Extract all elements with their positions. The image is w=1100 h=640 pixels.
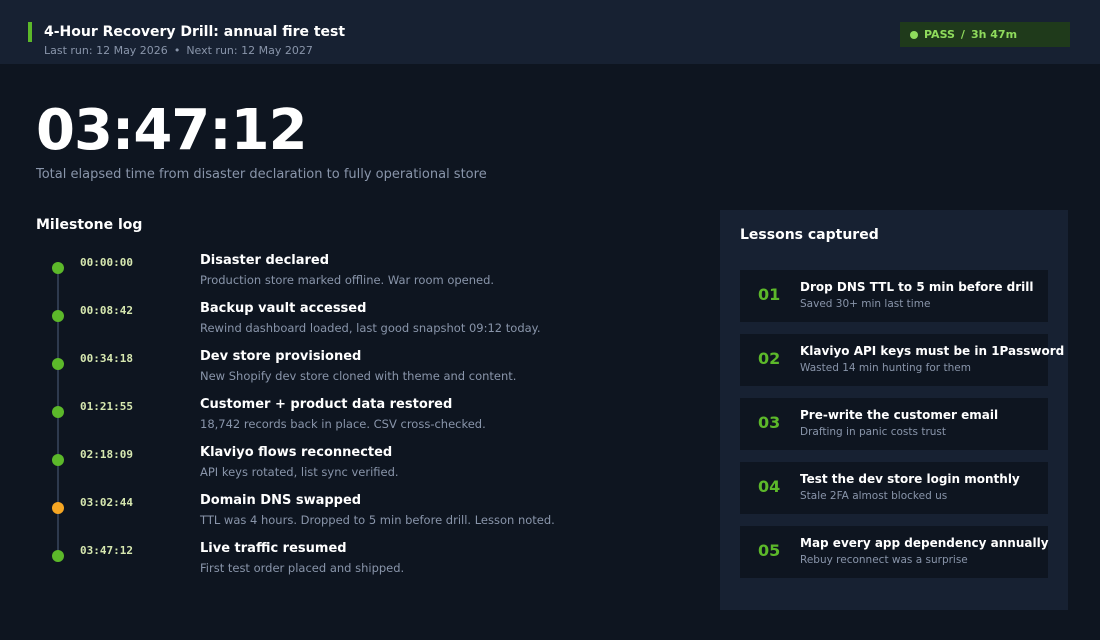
header-accent-bar — [28, 22, 32, 42]
page-title: 4-Hour Recovery Drill: annual fire test — [44, 24, 346, 40]
milestone-description: Production store marked offline. War roo… — [200, 273, 495, 287]
milestone-time: 00:08:42 — [80, 304, 133, 317]
lessons-panel: Lessons captured 01 Drop DNS TTL to 5 min… — [720, 210, 1068, 610]
milestone-item: 03:02:44 Domain DNS swapped TTL was 4 hour… — [0, 493, 640, 541]
lesson-card: 03 Pre-write the customer email Drafting i… — [740, 398, 1048, 450]
last-run-text: Last run: 12 May 2026 — [44, 44, 168, 57]
milestone-description: 18,742 records back in place. CSV cross-… — [200, 417, 486, 431]
separator-dot: • — [173, 44, 181, 57]
lesson-description: Saved 30+ min last time — [800, 298, 931, 310]
milestone-time: 03:47:12 — [80, 544, 133, 557]
milestone-title: Live traffic resumed — [200, 541, 347, 556]
lesson-description: Stale 2FA almost blocked us — [800, 490, 948, 502]
lesson-description: Rebuy reconnect was a surprise — [800, 554, 968, 566]
milestone-description: TTL was 4 hours. Dropped to 5 min before… — [200, 513, 555, 527]
lesson-title: Klaviyo API keys must be in 1Password — [800, 344, 1065, 358]
lesson-card: 01 Drop DNS TTL to 5 min before drill Save… — [740, 270, 1048, 322]
milestone-title: Klaviyo flows reconnected — [200, 445, 393, 460]
success-dot-icon — [52, 454, 64, 466]
lesson-description: Wasted 14 min hunting for them — [800, 362, 971, 374]
milestone-title: Domain DNS swapped — [200, 493, 362, 508]
lesson-title: Test the dev store login monthly — [800, 472, 1020, 486]
run-schedule: Last run: 12 May 2026 • Next run: 12 May 2… — [44, 44, 313, 57]
lesson-description: Drafting in panic costs trust — [800, 426, 947, 438]
success-dot-icon — [52, 262, 64, 274]
success-dot-icon — [52, 550, 64, 562]
milestone-item: 01:21:55 Customer + product data restored… — [0, 397, 640, 445]
milestone-item: 00:00:00 Disaster declared Production stor… — [0, 253, 640, 301]
lesson-number: 05 — [758, 541, 781, 560]
milestone-time: 03:02:44 — [80, 496, 133, 509]
status-badge: PASS / 3h 47m — [900, 22, 1070, 47]
status-separator: / — [960, 28, 965, 41]
lessons-title: Lessons captured — [740, 227, 879, 243]
milestone-time: 01:21:55 — [80, 400, 133, 413]
milestone-description: Rewind dashboard loaded, last good snaps… — [200, 321, 541, 335]
milestone-time: 02:18:09 — [80, 448, 133, 461]
success-dot-icon — [52, 406, 64, 418]
milestone-title: Backup vault accessed — [200, 301, 367, 316]
lesson-number: 03 — [758, 413, 781, 432]
lesson-number: 04 — [758, 477, 781, 496]
milestone-time: 00:00:00 — [80, 256, 133, 269]
timer-caption: Total elapsed time from disaster declara… — [36, 167, 487, 182]
milestone-description: First test order placed and shipped. — [200, 561, 405, 575]
status-dot-icon — [910, 30, 918, 39]
lesson-title: Drop DNS TTL to 5 min before drill — [800, 280, 1034, 294]
lesson-card: 04 Test the dev store login monthly Stale … — [740, 462, 1048, 514]
success-dot-icon — [52, 310, 64, 322]
milestone-description: New Shopify dev store cloned with theme … — [200, 369, 517, 383]
next-run-text: Next run: 12 May 2027 — [186, 44, 313, 57]
status-label: PASS — [924, 28, 955, 41]
lesson-title: Map every app dependency annually — [800, 536, 1049, 550]
lesson-card: 02 Klaviyo API keys must be in 1Password W… — [740, 334, 1064, 386]
lesson-card: 05 Map every app dependency annually Rebuy… — [740, 526, 1049, 578]
lesson-number: 01 — [758, 285, 781, 304]
milestone-item: 00:08:42 Backup vault accessed Rewind dash… — [0, 301, 640, 349]
milestone-item: 00:34:18 Dev store provisioned New Shopify… — [0, 349, 640, 397]
lesson-title: Pre-write the customer email — [800, 408, 999, 422]
milestone-log-title: Milestone log — [36, 217, 143, 233]
elapsed-timer: 03:47:12 — [36, 98, 308, 163]
success-dot-icon — [52, 358, 64, 370]
milestone-description: API keys rotated, list sync verified. — [200, 465, 399, 479]
milestone-item: 03:47:12 Live traffic resumed First test o… — [0, 541, 640, 589]
lesson-number: 02 — [758, 349, 781, 368]
header-bar: 4-Hour Recovery Drill: annual fire test … — [0, 0, 1100, 64]
milestone-title: Dev store provisioned — [200, 349, 362, 364]
warning-dot-icon — [52, 502, 64, 514]
milestone-time: 00:34:18 — [80, 352, 133, 365]
milestone-title: Disaster declared — [200, 253, 330, 268]
milestone-item: 02:18:09 Klaviyo flows reconnected API key… — [0, 445, 640, 493]
status-duration: 3h 47m — [970, 28, 1018, 41]
milestone-title: Customer + product data restored — [200, 397, 453, 412]
